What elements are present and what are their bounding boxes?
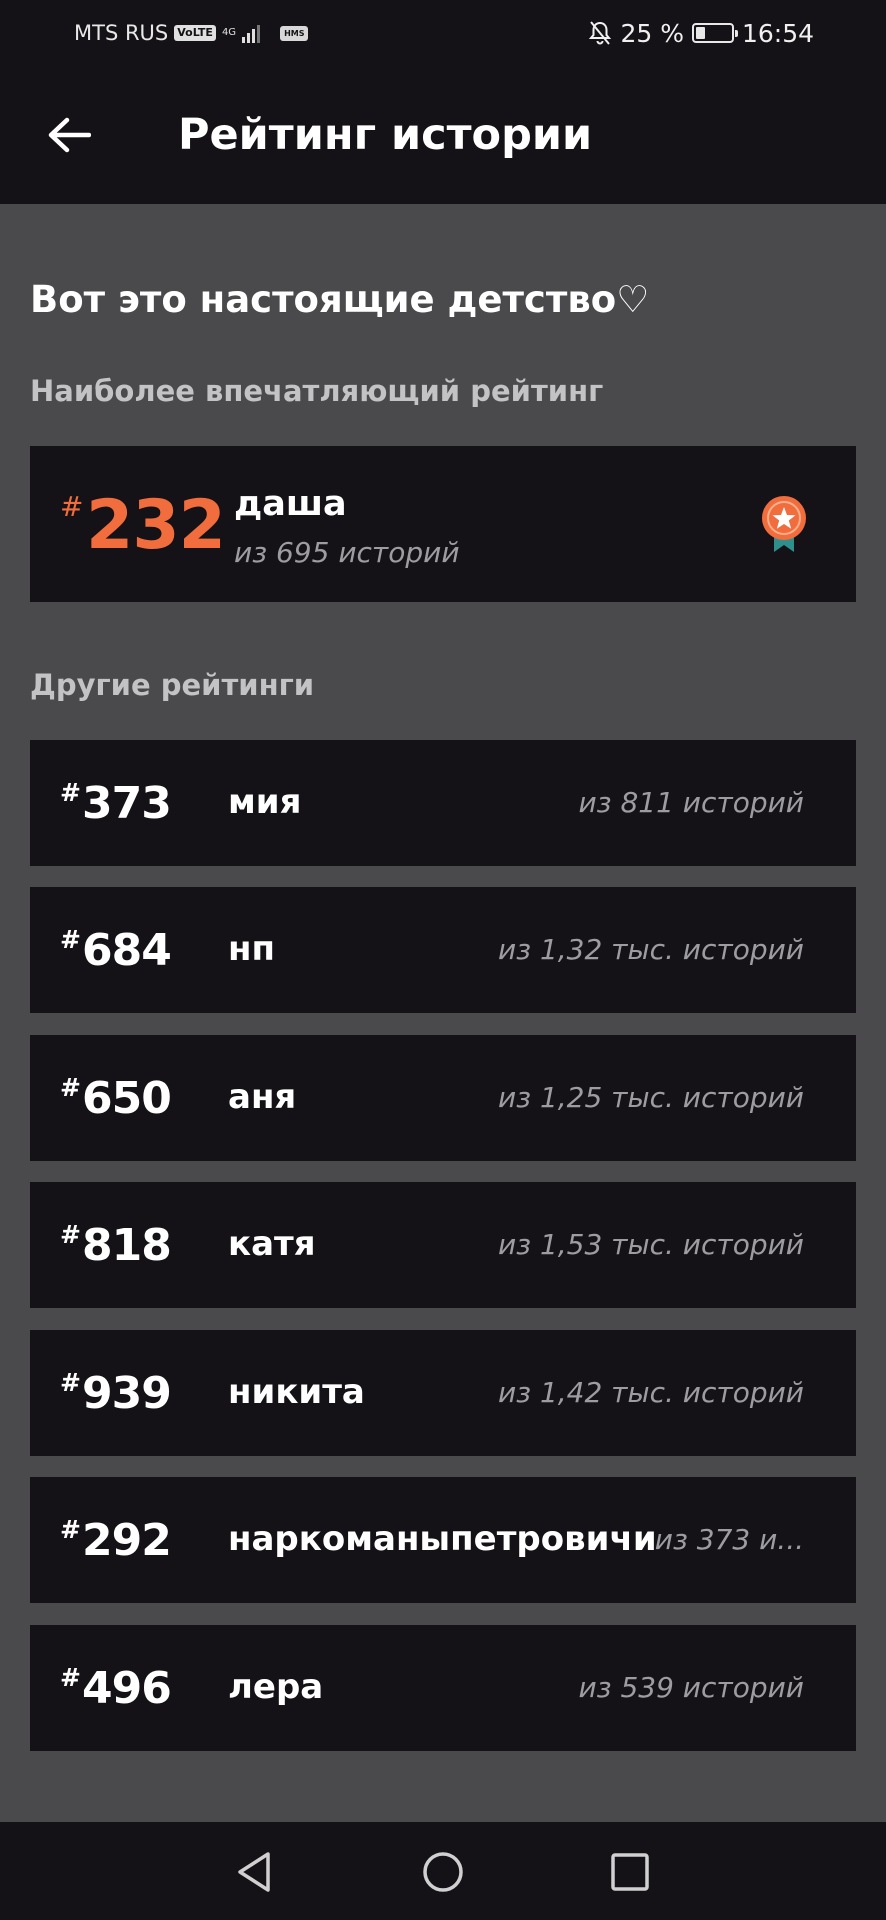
circle-home-icon — [423, 1852, 463, 1892]
network-type-icon: 4G — [221, 27, 237, 38]
system-nav-bar — [0, 1822, 886, 1920]
story-title: Вот это настоящие детство♡ — [30, 278, 650, 321]
rank-name: лера — [228, 1667, 324, 1707]
rank-name: аня — [228, 1077, 297, 1117]
rank-number: 684 — [82, 925, 172, 976]
battery-level — [695, 27, 705, 39]
rank-name: мия — [228, 782, 302, 822]
top-rank-hash: # — [60, 490, 84, 523]
rating-row[interactable]: # 818 катя из 1,53 тыс. историй — [30, 1182, 856, 1308]
rank-hash: # — [60, 1515, 81, 1544]
rank-subtitle: из 1,32 тыс. историй — [497, 933, 804, 966]
rank-number: 939 — [82, 1368, 172, 1419]
other-ratings-label: Другие рейтинги — [30, 668, 315, 702]
rank-hash: # — [60, 1073, 81, 1102]
top-rating-label: Наиболее впечатляющий рейтинг — [30, 374, 604, 408]
app-bar: Рейтинг истории — [0, 66, 886, 204]
rank-hash: # — [60, 1663, 81, 1692]
rank-number: 496 — [82, 1663, 172, 1714]
rating-row[interactable]: # 496 лера из 539 историй — [30, 1625, 856, 1751]
status-left: MTS RUS VoLTE 4G HMS — [74, 18, 309, 48]
nav-recents-button[interactable] — [604, 1846, 656, 1898]
back-button[interactable] — [40, 106, 98, 164]
rank-number: 373 — [82, 778, 172, 829]
battery-icon — [691, 23, 738, 43]
rank-subtitle: из 1,25 тыс. историй — [497, 1081, 804, 1114]
status-right: 25 % 16:54 — [588, 18, 814, 48]
rank-name: наркоманыпетровичи — [228, 1519, 657, 1559]
top-rating-card[interactable]: # 232 даша из 695 историй — [30, 446, 856, 602]
rating-row[interactable]: # 292 наркоманыпетровичи из 373 и... — [30, 1477, 856, 1603]
rating-row[interactable]: # 684 нп из 1,32 тыс. историй — [30, 887, 856, 1013]
arrow-left-icon — [48, 117, 91, 153]
rank-hash: # — [60, 925, 81, 954]
triangle-back-icon — [238, 1852, 270, 1892]
notifications-off-icon — [589, 21, 612, 45]
battery-cap — [734, 30, 738, 37]
rating-row[interactable]: # 939 никита из 1,42 тыс. историй — [30, 1330, 856, 1456]
rank-name: нп — [228, 929, 275, 969]
top-rank-subtitle: из 695 историй — [234, 536, 460, 569]
battery-percent: 25 % — [620, 18, 684, 48]
nav-home-button[interactable] — [417, 1846, 469, 1898]
rank-number: 818 — [82, 1220, 172, 1271]
rank-hash: # — [60, 1220, 81, 1249]
volte-icon: VoLTE — [174, 25, 216, 41]
clock: 16:54 — [741, 18, 814, 48]
top-rank-number: 232 — [86, 486, 226, 565]
rank-subtitle: из 1,53 тыс. историй — [497, 1228, 804, 1261]
rank-hash: # — [60, 778, 81, 807]
rating-row[interactable]: # 650 аня из 1,25 тыс. историй — [30, 1035, 856, 1161]
rating-row[interactable]: # 373 мия из 811 историй — [30, 740, 856, 866]
medal-icon — [762, 496, 806, 552]
top-rank-name: даша — [234, 484, 347, 524]
rank-number: 292 — [82, 1515, 172, 1566]
signal-strength-icon — [242, 25, 261, 43]
rank-hash: # — [60, 1368, 81, 1397]
rank-subtitle: из 1,42 тыс. историй — [497, 1376, 804, 1409]
rank-number: 650 — [82, 1073, 172, 1124]
carrier-name: MTS RUS — [74, 21, 169, 45]
rank-name: катя — [228, 1224, 316, 1264]
rank-subtitle: из 811 историй — [578, 786, 804, 819]
square-recents-icon — [611, 1853, 649, 1891]
page-title: Рейтинг истории — [178, 110, 593, 160]
nav-back-button[interactable] — [228, 1846, 280, 1898]
status-bar: MTS RUS VoLTE 4G HMS 25 % 16:54 — [0, 0, 886, 66]
rank-subtitle: из 373 и... — [654, 1523, 804, 1556]
rank-name: никита — [228, 1372, 365, 1412]
hms-icon: HMS — [280, 25, 309, 41]
rank-subtitle: из 539 историй — [578, 1671, 804, 1704]
